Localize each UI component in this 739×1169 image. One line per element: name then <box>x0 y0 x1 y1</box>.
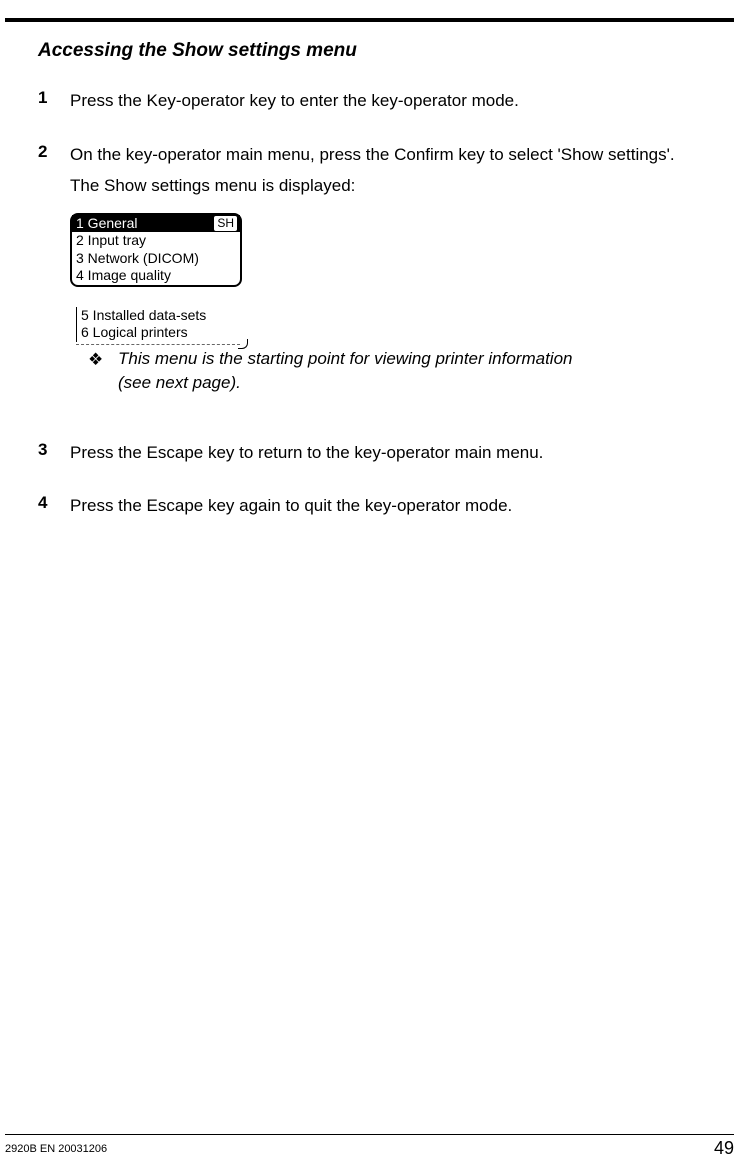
menu-item-installed-data-sets: 5 Installed data-sets <box>76 307 240 325</box>
page-content: Accessing the Show settings menu 1 Press… <box>38 40 719 547</box>
diamond-bullet-icon: ❖ <box>88 347 118 396</box>
step-3: 3 Press the Escape key to return to the … <box>70 440 719 472</box>
note-line: (see next page). <box>118 371 572 396</box>
step-text: On the key-operator main menu, press the… <box>70 142 719 168</box>
steps-list: 1 Press the Key-operator key to enter th… <box>70 88 719 525</box>
menu-item-label: 1 General <box>76 215 137 233</box>
step-number: 1 <box>38 88 70 120</box>
step-text: Press the Escape key to return to the ke… <box>70 440 719 466</box>
step-number: 3 <box>38 440 70 472</box>
step-number: 4 <box>38 493 70 525</box>
menu-dashed-border <box>76 344 240 345</box>
page-number: 49 <box>714 1138 734 1159</box>
step-1: 1 Press the Key-operator key to enter th… <box>70 88 719 120</box>
step-text: Press the Escape key again to quit the k… <box>70 493 719 519</box>
step-number: 2 <box>38 142 70 418</box>
menu-item-general: 1 General SH <box>72 215 240 233</box>
section-title: Accessing the Show settings menu <box>38 40 719 62</box>
settings-menu: 1 General SH 2 Input tray 3 Network (DIC… <box>70 213 246 347</box>
menu-item-input-tray: 2 Input tray <box>72 232 240 250</box>
footer-doc-id: 2920B EN 20031206 <box>5 1143 107 1155</box>
note-line: This menu is the starting point for view… <box>118 347 572 372</box>
note: ❖ This menu is the starting point for vi… <box>88 347 719 396</box>
menu-badge: SH <box>214 216 237 231</box>
step-4: 4 Press the Escape key again to quit the… <box>70 493 719 525</box>
step-text-secondary: The Show settings menu is displayed: <box>70 173 719 199</box>
menu-item-logical-printers: 6 Logical printers <box>76 324 240 342</box>
step-2: 2 On the key-operator main menu, press t… <box>70 142 719 418</box>
footer-rule <box>5 1134 734 1135</box>
menu-item-network: 3 Network (DICOM) <box>72 250 240 268</box>
top-rule <box>5 18 734 22</box>
menu-item-image-quality: 4 Image quality <box>72 267 240 285</box>
step-text: Press the Key-operator key to enter the … <box>70 88 719 114</box>
